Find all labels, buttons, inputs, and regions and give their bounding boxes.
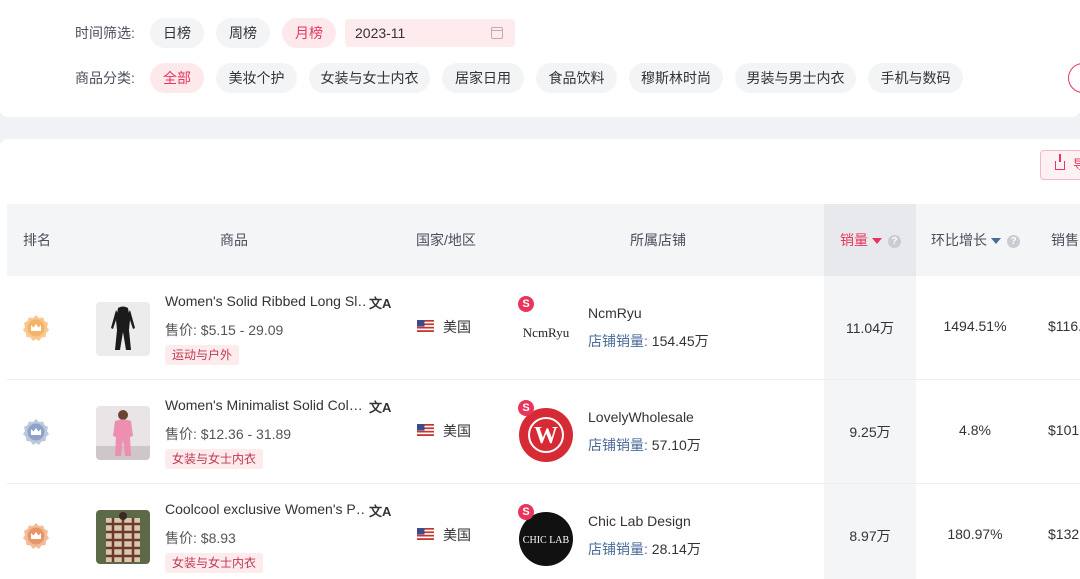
shop-name[interactable]: LovelyWholesale (588, 409, 694, 425)
time-option-monthly[interactable]: 月榜 (282, 18, 336, 48)
calendar-icon (491, 27, 503, 39)
sales-amount: $101. (1048, 422, 1080, 438)
sort-desc-icon (991, 238, 1001, 245)
country-name: 美国 (443, 423, 471, 439)
category-beauty[interactable]: 美妆个护 (216, 63, 297, 93)
svg-text:CHIC LAB: CHIC LAB (523, 535, 570, 546)
header-country: 国家/地区 (416, 232, 476, 248)
export-icon (1055, 154, 1065, 170)
shop-badge-icon: S (518, 400, 534, 416)
table-row[interactable]: Women's Solid Ribbed Long Sl… 文A 售价: $5.… (7, 276, 1080, 380)
table-row[interactable]: Women's Minimalist Solid Col… 文A 售价: $12… (7, 380, 1080, 484)
country-name: 美国 (443, 319, 471, 335)
header-rank: 排名 (23, 232, 51, 248)
product-thumbnail[interactable] (96, 302, 150, 356)
category-filter-row: 商品分类: 全部 美妆个护 女装与女士内衣 居家日用 食品饮料 穆斯林时尚 男装… (0, 63, 1080, 93)
time-filter-label: 时间筛选: (75, 25, 135, 41)
sales-value: 8.97万 (849, 528, 891, 544)
shop-name[interactable]: NcmRyu (588, 305, 642, 321)
us-flag-icon (417, 528, 434, 540)
sort-desc-icon (872, 238, 882, 245)
export-label: 导 (1073, 157, 1080, 172)
category-phones-digital[interactable]: 手机与数码 (868, 63, 963, 93)
us-flag-icon (417, 320, 434, 332)
sales-amount: $116. (1048, 318, 1080, 334)
time-filter-row: 时间筛选: 日榜 周榜 月榜 2023-11 (0, 18, 1080, 48)
header-shop: 所属店铺 (630, 232, 686, 248)
growth-value: 4.8% (959, 422, 991, 438)
shop-sales: 店铺销量: 57.10万 (588, 437, 701, 453)
translate-icon[interactable]: 文A (369, 293, 391, 312)
category-food[interactable]: 食品饮料 (536, 63, 617, 93)
time-option-weekly[interactable]: 周榜 (216, 18, 270, 48)
category-all[interactable]: 全部 (150, 63, 204, 93)
growth-value: 1494.51% (943, 318, 1007, 334)
category-tag: 女装与女士内衣 (165, 553, 264, 573)
category-more-button[interactable] (1068, 63, 1080, 93)
product-name[interactable]: Women's Minimalist Solid Col… (165, 397, 365, 413)
shop-name[interactable]: Chic Lab Design (588, 513, 691, 529)
month-picker-input[interactable]: 2023-11 (345, 19, 515, 47)
ranking-table-card: 导 排名 商品 国家/地区 所属店铺 销量? 环比增长? 销售 Women's … (0, 139, 1080, 579)
table-header: 排名 商品 国家/地区 所属店铺 销量? 环比增长? 销售 (7, 204, 1080, 276)
category-muslim-fashion[interactable]: 穆斯林时尚 (629, 63, 723, 93)
svg-text:W: W (534, 423, 558, 449)
translate-icon[interactable]: 文A (369, 501, 391, 520)
product-price: 售价: $8.93 (165, 530, 236, 546)
month-picker-value: 2023-11 (355, 25, 406, 41)
header-growth-label: 环比增长 (931, 232, 987, 248)
header-amount[interactable]: 销售 (1051, 204, 1079, 276)
header-growth-sort[interactable]: 环比增长? (931, 204, 1020, 276)
filter-panel: 时间筛选: 日榜 周榜 月榜 2023-11 商品分类: 全部 美妆个护 女装与… (0, 0, 1080, 117)
shop-logo[interactable]: W (519, 408, 573, 462)
rank-2-crown-icon (23, 419, 49, 445)
rank-3-crown-icon (23, 523, 49, 549)
sales-value: 11.04万 (846, 320, 894, 336)
country-name: 美国 (443, 527, 471, 543)
product-price: 售价: $5.15 - 29.09 (165, 322, 284, 338)
category-tag: 运动与户外 (165, 345, 240, 365)
table-row[interactable]: Coolcool exclusive Women's P… 文A 售价: $8.… (7, 484, 1080, 579)
product-thumbnail[interactable] (96, 510, 150, 564)
shop-sales: 店铺销量: 28.14万 (588, 541, 701, 557)
us-flag-icon (417, 424, 434, 436)
time-option-daily[interactable]: 日榜 (150, 18, 204, 48)
sales-value: 9.25万 (849, 424, 891, 440)
translate-icon[interactable]: 文A (369, 397, 391, 416)
help-icon[interactable]: ? (1007, 234, 1020, 248)
shop-logo[interactable]: NcmRyu (519, 304, 573, 358)
shop-sales: 店铺销量: 154.45万 (588, 333, 709, 349)
product-name[interactable]: Coolcool exclusive Women's P… (165, 501, 365, 517)
product-price: 售价: $12.36 - 31.89 (165, 426, 292, 442)
shop-badge-icon: S (518, 504, 534, 520)
product-thumbnail[interactable] (96, 406, 150, 460)
shop-badge-icon: S (518, 296, 534, 312)
growth-value: 180.97% (947, 526, 1003, 542)
category-filter-label: 商品分类: (75, 70, 135, 86)
shop-logo[interactable]: CHIC LAB (519, 512, 573, 566)
product-name[interactable]: Women's Solid Ribbed Long Sl… (165, 293, 365, 309)
header-sales-label: 销量 (840, 232, 868, 248)
svg-text:NcmRyu: NcmRyu (523, 325, 570, 340)
category-tag: 女装与女士内衣 (165, 449, 264, 469)
help-icon[interactable]: ? (888, 234, 901, 248)
category-home[interactable]: 居家日用 (442, 63, 524, 93)
export-button[interactable]: 导 (1040, 150, 1080, 180)
rank-1-crown-icon (23, 315, 49, 341)
header-sales-sort[interactable]: 销量? (824, 204, 916, 276)
header-product: 商品 (220, 232, 248, 248)
sales-amount: $132. (1048, 526, 1080, 542)
category-mens-wear[interactable]: 男装与男士内衣 (735, 63, 856, 93)
category-womens-wear[interactable]: 女装与女士内衣 (309, 63, 430, 93)
